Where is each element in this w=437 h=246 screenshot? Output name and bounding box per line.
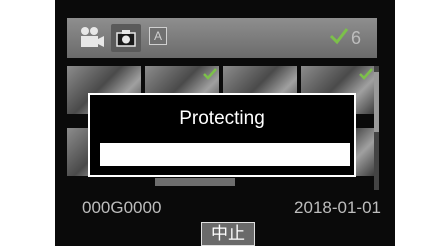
protecting-dialog: Protecting: [88, 93, 356, 177]
camera-screen: A 6 Protecting 000G0000 2018-01-01 中止: [55, 0, 395, 246]
file-name: 000G0000: [82, 198, 162, 217]
video-mode-icon[interactable]: [79, 26, 105, 53]
progress-bar: [100, 143, 350, 166]
mode-bar: A 6: [67, 18, 377, 58]
protected-count-value: 6: [351, 27, 362, 48]
cancel-button[interactable]: 中止: [201, 222, 255, 246]
selection-indicator: [155, 178, 235, 186]
scrollbar[interactable]: [374, 66, 379, 190]
dialog-title: Protecting: [179, 108, 265, 129]
file-date: 2018-01-01: [294, 198, 381, 217]
auto-mode-icon[interactable]: A: [149, 27, 167, 45]
photo-mode-icon: [116, 29, 136, 52]
check-icon: [359, 67, 373, 85]
check-icon: [329, 27, 349, 50]
scrollbar-thumb[interactable]: [374, 72, 379, 132]
check-icon: [203, 67, 217, 85]
protected-count: 6: [329, 26, 361, 50]
